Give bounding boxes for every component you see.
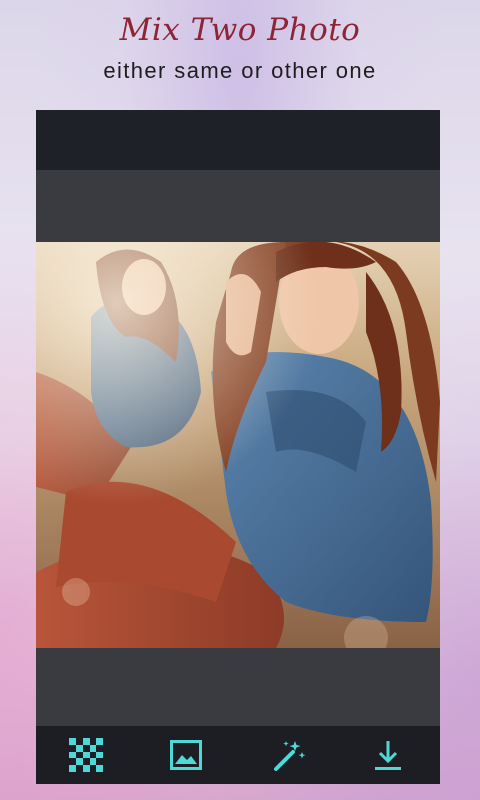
app-header: Mix Two Photo either same or other one xyxy=(0,0,480,110)
checkerboard-icon xyxy=(69,738,103,772)
pattern-button[interactable] xyxy=(56,726,116,784)
app-title: Mix Two Photo xyxy=(119,12,361,48)
canvas-bottom-band xyxy=(36,648,440,726)
download-button[interactable] xyxy=(358,726,418,784)
editor-canvas xyxy=(36,110,440,726)
gallery-button[interactable] xyxy=(156,726,216,784)
bottom-toolbar xyxy=(36,726,440,784)
image-icon xyxy=(170,740,202,770)
canvas-top-band xyxy=(36,170,440,242)
download-icon xyxy=(373,739,403,771)
app-subtitle: either same or other one xyxy=(103,58,377,83)
magic-wand-icon xyxy=(273,738,307,772)
blended-photo[interactable] xyxy=(36,242,440,648)
effects-button[interactable] xyxy=(260,726,320,784)
